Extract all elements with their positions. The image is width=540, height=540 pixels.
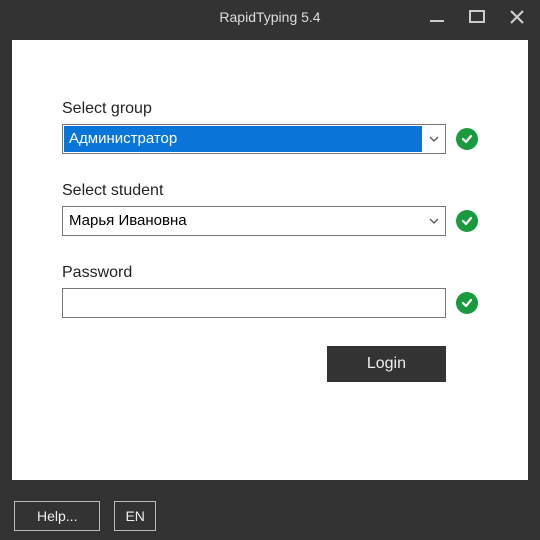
language-button[interactable]: EN (114, 501, 155, 531)
group-field: Select group Администратор (62, 100, 478, 154)
window-buttons (426, 0, 534, 34)
login-row: Login (62, 346, 478, 382)
password-field: Password (62, 264, 478, 318)
group-select-value: Администратор (64, 126, 422, 152)
chevron-down-icon (423, 133, 445, 145)
student-select[interactable]: Марья Ивановна (62, 206, 446, 236)
check-icon (456, 128, 478, 150)
student-select-value: Марья Ивановна (63, 207, 423, 235)
password-input-wrap (62, 288, 446, 318)
password-input[interactable] (63, 289, 445, 317)
student-field: Select student Марья Ивановна (62, 182, 478, 236)
app-window: RapidTyping 5.4 Select group Администрат… (0, 0, 540, 540)
titlebar: RapidTyping 5.4 (0, 0, 540, 34)
check-icon (456, 292, 478, 314)
minimize-icon[interactable] (426, 6, 448, 28)
footer: Help... EN (0, 492, 540, 540)
login-panel: Select group Администратор Select studen… (12, 40, 528, 480)
check-icon (456, 210, 478, 232)
help-button[interactable]: Help... (14, 501, 100, 531)
login-button[interactable]: Login (327, 346, 446, 382)
group-select[interactable]: Администратор (62, 124, 446, 154)
student-label: Select student (62, 182, 478, 200)
group-label: Select group (62, 100, 478, 118)
content-wrap: Select group Администратор Select studen… (0, 34, 540, 492)
maximize-icon[interactable] (466, 6, 488, 28)
chevron-down-icon (423, 215, 445, 227)
close-icon[interactable] (506, 6, 528, 28)
password-label: Password (62, 264, 478, 282)
